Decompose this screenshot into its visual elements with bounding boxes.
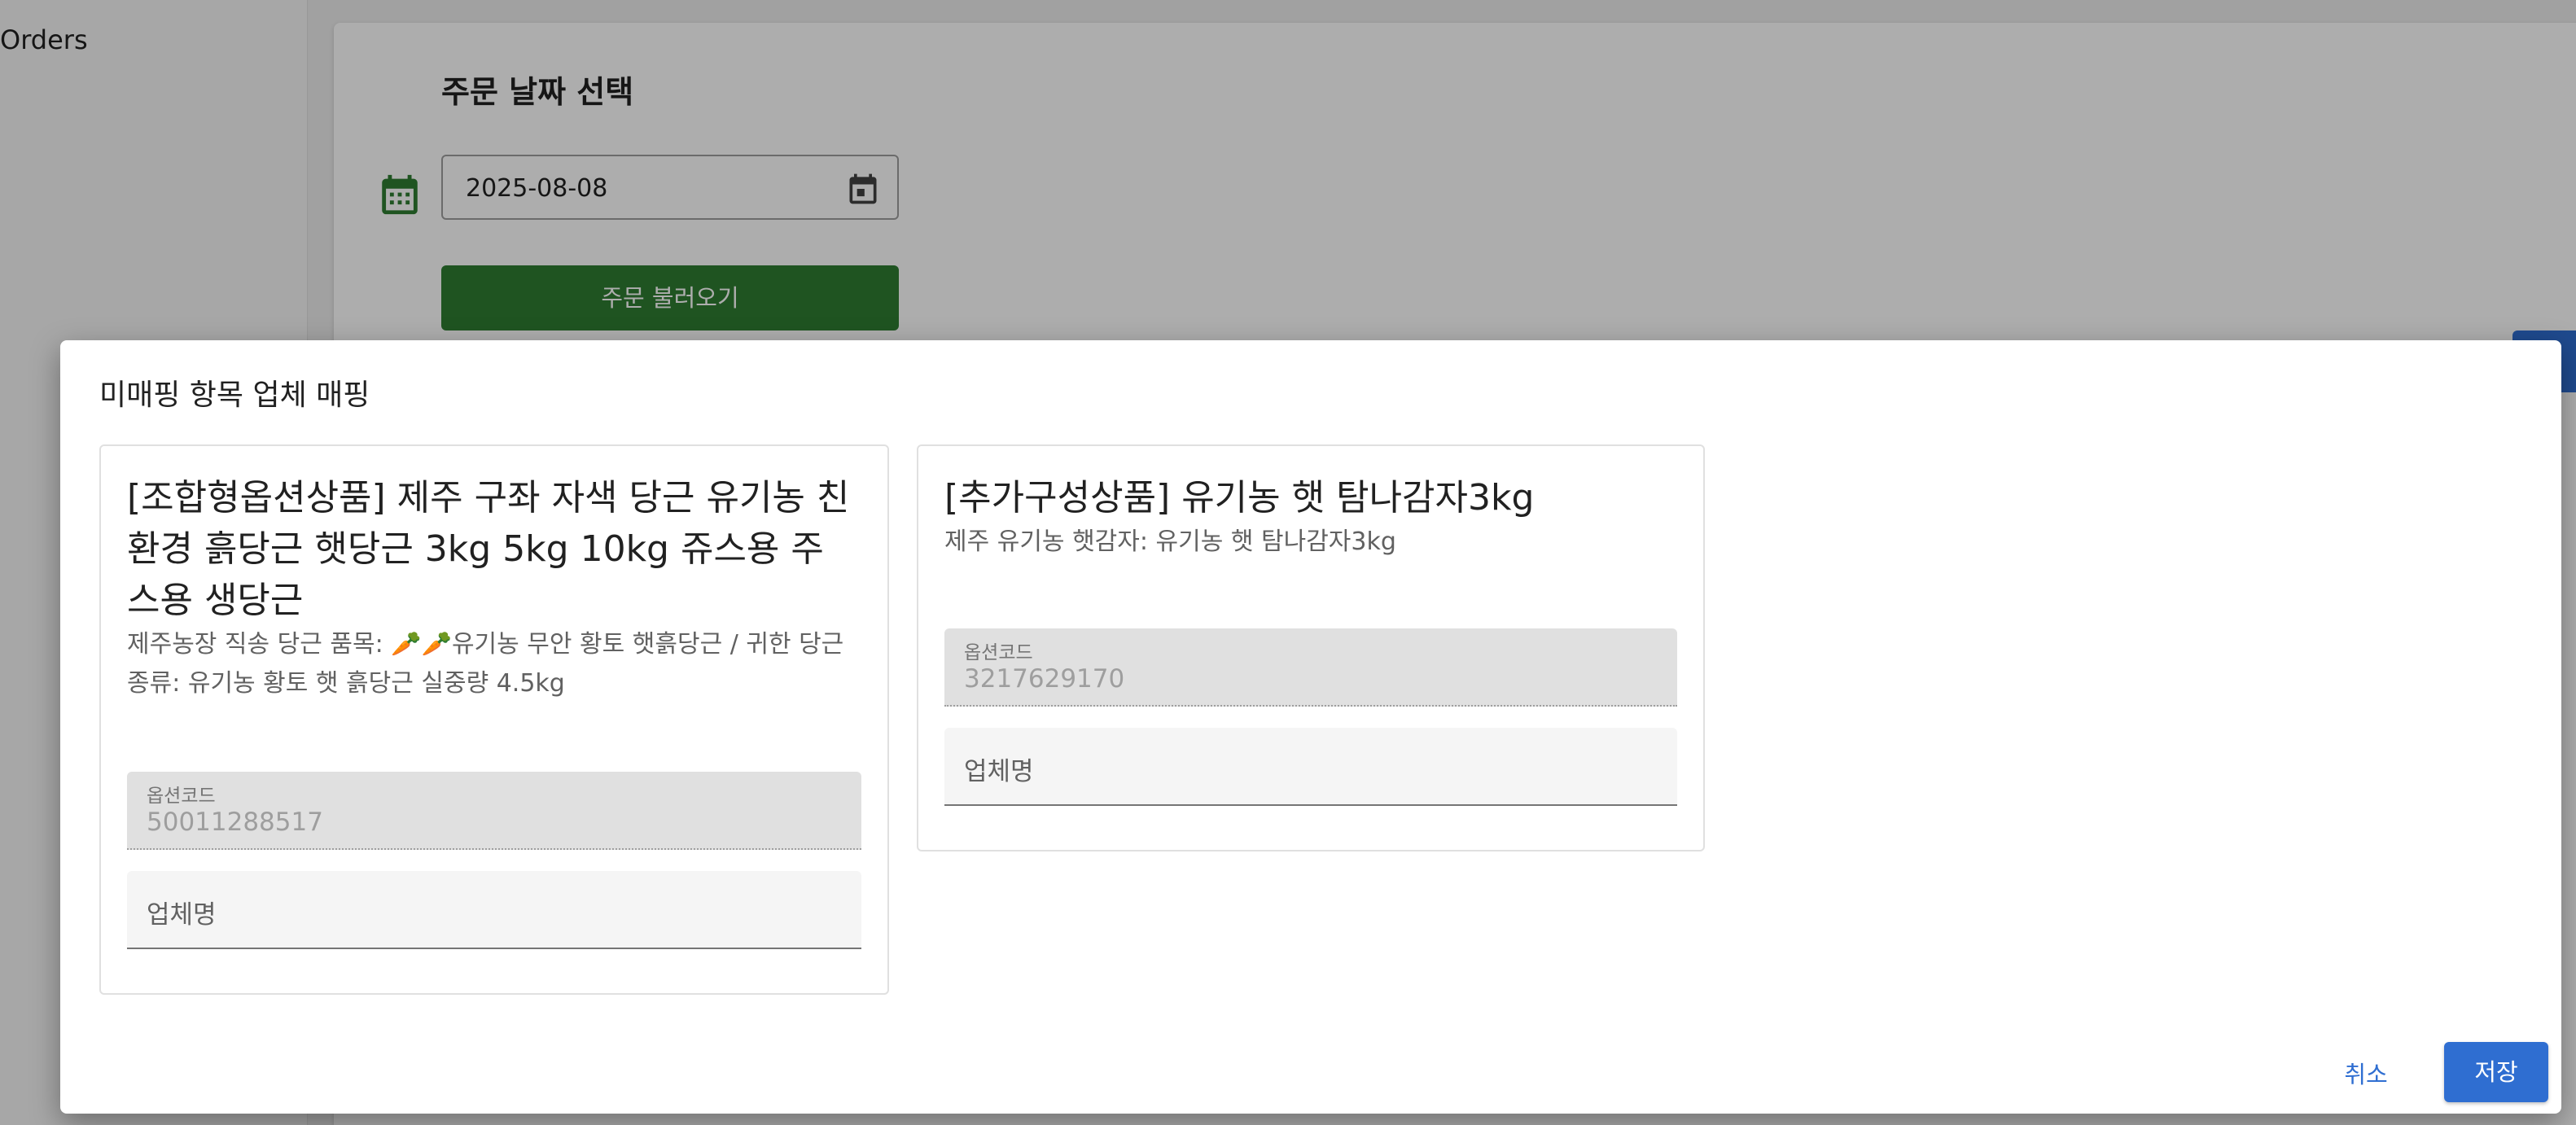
dialog-title: 미매핑 항목 업체 매핑 <box>99 379 370 412</box>
vendor-name-input[interactable]: 업체명 <box>127 871 861 949</box>
product-option: 제주 유기농 햇감자: 유기농 햇 탐나감자3kg <box>944 527 1396 556</box>
option-code-field: 옵션코드 50011288517 <box>127 772 861 850</box>
mapping-item-card: [조합형옵션상품] 제주 구좌 자색 당근 유기농 친환경 흙당근 햇당근 3k… <box>99 444 889 995</box>
option-code-field: 옵션코드 3217629170 <box>944 628 1677 707</box>
vendor-mapping-dialog: 미매핑 항목 업체 매핑 [조합형옵션상품] 제주 구좌 자색 당근 유기농 친… <box>60 340 2561 1114</box>
product-option: 제주농장 직송 당근 품목: 🥕🥕유기농 무안 황토 햇흙당근 / 귀한 당근 … <box>127 630 844 698</box>
save-button[interactable]: 저장 <box>2444 1042 2548 1102</box>
option-code-value: 3217629170 <box>964 664 1125 694</box>
vendor-name-input[interactable]: 업체명 <box>944 728 1677 806</box>
vendor-name-placeholder: 업체명 <box>147 900 217 930</box>
cancel-button[interactable]: 취소 <box>2328 1050 2403 1099</box>
product-name: [추가구성상품] 유기농 햇 탐나감자3kg <box>944 477 1535 519</box>
option-code-label: 옵션코드 <box>147 786 216 807</box>
vendor-name-placeholder: 업체명 <box>964 757 1034 786</box>
product-name: [조합형옵션상품] 제주 구좌 자색 당근 유기농 친환경 흙당근 햇당근 3k… <box>127 477 850 621</box>
option-code-value: 50011288517 <box>147 808 323 837</box>
mapping-item-card: [추가구성상품] 유기농 햇 탐나감자3kg 제주 유기농 햇감자: 유기농 햇… <box>917 444 1705 851</box>
option-code-label: 옵션코드 <box>964 642 1033 663</box>
